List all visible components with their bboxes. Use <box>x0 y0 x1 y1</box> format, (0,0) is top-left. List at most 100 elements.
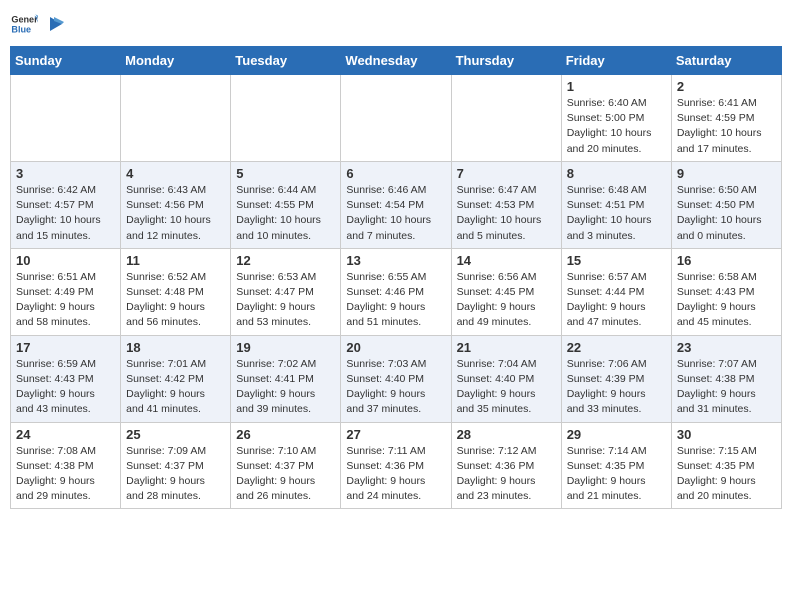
day-info: Sunrise: 6:46 AM Sunset: 4:54 PM Dayligh… <box>346 183 445 244</box>
calendar-cell: 27 Sunrise: 7:11 AM Sunset: 4:36 PM Dayli… <box>341 422 451 509</box>
calendar-cell: 15Sunrise: 6:57 AM Sunset: 4:44 PM Dayli… <box>561 248 671 335</box>
day-number: 3 <box>16 166 115 181</box>
day-number: 14 <box>457 253 556 268</box>
day-number: 11 <box>126 253 225 268</box>
calendar-cell: 21Sunrise: 7:04 AM Sunset: 4:40 PM Dayli… <box>451 335 561 422</box>
day-info: Sunrise: 6:57 AM Sunset: 4:44 PM Dayligh… <box>567 270 666 331</box>
day-number: 27 <box>346 427 445 442</box>
calendar-week-row: 10 Sunrise: 6:51 AM Sunset: 4:49 PM Dayli… <box>11 248 782 335</box>
calendar-cell: 8 Sunrise: 6:48 AM Sunset: 4:51 PM Daylig… <box>561 161 671 248</box>
svg-text:Blue: Blue <box>11 24 31 34</box>
calendar-week-row: 1 Sunrise: 6:40 AM Sunset: 5:00 PM Daylig… <box>11 75 782 162</box>
calendar-cell <box>451 75 561 162</box>
calendar-cell: 18 Sunrise: 7:01 AM Sunset: 4:42 PM Dayli… <box>121 335 231 422</box>
calendar-cell: 2 Sunrise: 6:41 AM Sunset: 4:59 PM Daylig… <box>671 75 781 162</box>
logo: General Blue <box>10 10 66 38</box>
weekday-header-friday: Friday <box>561 47 671 75</box>
day-number: 17 <box>16 340 115 355</box>
day-number: 8 <box>567 166 666 181</box>
weekday-header-saturday: Saturday <box>671 47 781 75</box>
weekday-header-wednesday: Wednesday <box>341 47 451 75</box>
weekday-header-sunday: Sunday <box>11 47 121 75</box>
calendar-week-row: 3Sunrise: 6:42 AM Sunset: 4:57 PM Daylig… <box>11 161 782 248</box>
day-info: Sunrise: 6:53 AM Sunset: 4:47 PM Dayligh… <box>236 270 335 331</box>
day-info: Sunrise: 7:11 AM Sunset: 4:36 PM Dayligh… <box>346 444 445 505</box>
day-info: Sunrise: 7:01 AM Sunset: 4:42 PM Dayligh… <box>126 357 225 418</box>
svg-text:General: General <box>11 15 38 25</box>
page-header: General Blue <box>10 10 782 38</box>
calendar-cell: 20Sunrise: 7:03 AM Sunset: 4:40 PM Dayli… <box>341 335 451 422</box>
day-number: 23 <box>677 340 776 355</box>
day-number: 22 <box>567 340 666 355</box>
day-number: 10 <box>16 253 115 268</box>
logo-arrow-icon <box>44 13 66 35</box>
calendar-cell: 10 Sunrise: 6:51 AM Sunset: 4:49 PM Dayli… <box>11 248 121 335</box>
day-info: Sunrise: 6:52 AM Sunset: 4:48 PM Dayligh… <box>126 270 225 331</box>
weekday-header-monday: Monday <box>121 47 231 75</box>
day-number: 1 <box>567 79 666 94</box>
calendar-cell: 30 Sunrise: 7:15 AM Sunset: 4:35 PM Dayli… <box>671 422 781 509</box>
day-number: 9 <box>677 166 776 181</box>
day-number: 2 <box>677 79 776 94</box>
calendar-cell <box>341 75 451 162</box>
day-number: 28 <box>457 427 556 442</box>
day-number: 13 <box>346 253 445 268</box>
calendar-cell: 3Sunrise: 6:42 AM Sunset: 4:57 PM Daylig… <box>11 161 121 248</box>
calendar-cell: 14Sunrise: 6:56 AM Sunset: 4:45 PM Dayli… <box>451 248 561 335</box>
day-number: 19 <box>236 340 335 355</box>
logo-icon: General Blue <box>10 10 38 38</box>
day-info: Sunrise: 7:07 AM Sunset: 4:38 PM Dayligh… <box>677 357 776 418</box>
calendar-cell: 29Sunrise: 7:14 AM Sunset: 4:35 PM Dayli… <box>561 422 671 509</box>
day-info: Sunrise: 7:09 AM Sunset: 4:37 PM Dayligh… <box>126 444 225 505</box>
calendar-cell: 12 Sunrise: 6:53 AM Sunset: 4:47 PM Dayli… <box>231 248 341 335</box>
calendar-cell: 4Sunrise: 6:43 AM Sunset: 4:56 PM Daylig… <box>121 161 231 248</box>
day-info: Sunrise: 7:03 AM Sunset: 4:40 PM Dayligh… <box>346 357 445 418</box>
day-number: 12 <box>236 253 335 268</box>
calendar-table: SundayMondayTuesdayWednesdayThursdayFrid… <box>10 46 782 509</box>
calendar-cell: 7 Sunrise: 6:47 AM Sunset: 4:53 PM Daylig… <box>451 161 561 248</box>
day-number: 18 <box>126 340 225 355</box>
day-info: Sunrise: 6:58 AM Sunset: 4:43 PM Dayligh… <box>677 270 776 331</box>
calendar-cell: 17 Sunrise: 6:59 AM Sunset: 4:43 PM Dayli… <box>11 335 121 422</box>
calendar-cell: 1 Sunrise: 6:40 AM Sunset: 5:00 PM Daylig… <box>561 75 671 162</box>
day-info: Sunrise: 6:47 AM Sunset: 4:53 PM Dayligh… <box>457 183 556 244</box>
day-info: Sunrise: 7:12 AM Sunset: 4:36 PM Dayligh… <box>457 444 556 505</box>
calendar-cell: 16 Sunrise: 6:58 AM Sunset: 4:43 PM Dayli… <box>671 248 781 335</box>
day-info: Sunrise: 6:48 AM Sunset: 4:51 PM Dayligh… <box>567 183 666 244</box>
day-number: 30 <box>677 427 776 442</box>
day-info: Sunrise: 6:40 AM Sunset: 5:00 PM Dayligh… <box>567 96 666 157</box>
calendar-cell: 13 Sunrise: 6:55 AM Sunset: 4:46 PM Dayli… <box>341 248 451 335</box>
calendar-cell: 19 Sunrise: 7:02 AM Sunset: 4:41 PM Dayli… <box>231 335 341 422</box>
day-info: Sunrise: 7:02 AM Sunset: 4:41 PM Dayligh… <box>236 357 335 418</box>
calendar-cell <box>11 75 121 162</box>
calendar-cell: 24Sunrise: 7:08 AM Sunset: 4:38 PM Dayli… <box>11 422 121 509</box>
day-number: 21 <box>457 340 556 355</box>
day-info: Sunrise: 6:51 AM Sunset: 4:49 PM Dayligh… <box>16 270 115 331</box>
calendar-cell: 11 Sunrise: 6:52 AM Sunset: 4:48 PM Dayli… <box>121 248 231 335</box>
calendar-week-row: 24Sunrise: 7:08 AM Sunset: 4:38 PM Dayli… <box>11 422 782 509</box>
calendar-cell: 6Sunrise: 6:46 AM Sunset: 4:54 PM Daylig… <box>341 161 451 248</box>
day-number: 25 <box>126 427 225 442</box>
day-info: Sunrise: 6:41 AM Sunset: 4:59 PM Dayligh… <box>677 96 776 157</box>
day-info: Sunrise: 7:10 AM Sunset: 4:37 PM Dayligh… <box>236 444 335 505</box>
calendar-cell <box>231 75 341 162</box>
day-number: 26 <box>236 427 335 442</box>
day-number: 16 <box>677 253 776 268</box>
day-number: 7 <box>457 166 556 181</box>
calendar-cell: 26 Sunrise: 7:10 AM Sunset: 4:37 PM Dayli… <box>231 422 341 509</box>
day-info: Sunrise: 6:55 AM Sunset: 4:46 PM Dayligh… <box>346 270 445 331</box>
day-number: 29 <box>567 427 666 442</box>
calendar-cell: 22Sunrise: 7:06 AM Sunset: 4:39 PM Dayli… <box>561 335 671 422</box>
weekday-header-thursday: Thursday <box>451 47 561 75</box>
calendar-week-row: 17 Sunrise: 6:59 AM Sunset: 4:43 PM Dayli… <box>11 335 782 422</box>
day-info: Sunrise: 6:50 AM Sunset: 4:50 PM Dayligh… <box>677 183 776 244</box>
day-info: Sunrise: 6:44 AM Sunset: 4:55 PM Dayligh… <box>236 183 335 244</box>
day-info: Sunrise: 7:15 AM Sunset: 4:35 PM Dayligh… <box>677 444 776 505</box>
day-info: Sunrise: 7:08 AM Sunset: 4:38 PM Dayligh… <box>16 444 115 505</box>
day-number: 5 <box>236 166 335 181</box>
weekday-header-tuesday: Tuesday <box>231 47 341 75</box>
calendar-cell <box>121 75 231 162</box>
day-info: Sunrise: 6:43 AM Sunset: 4:56 PM Dayligh… <box>126 183 225 244</box>
day-info: Sunrise: 6:59 AM Sunset: 4:43 PM Dayligh… <box>16 357 115 418</box>
calendar-cell: 23 Sunrise: 7:07 AM Sunset: 4:38 PM Dayli… <box>671 335 781 422</box>
